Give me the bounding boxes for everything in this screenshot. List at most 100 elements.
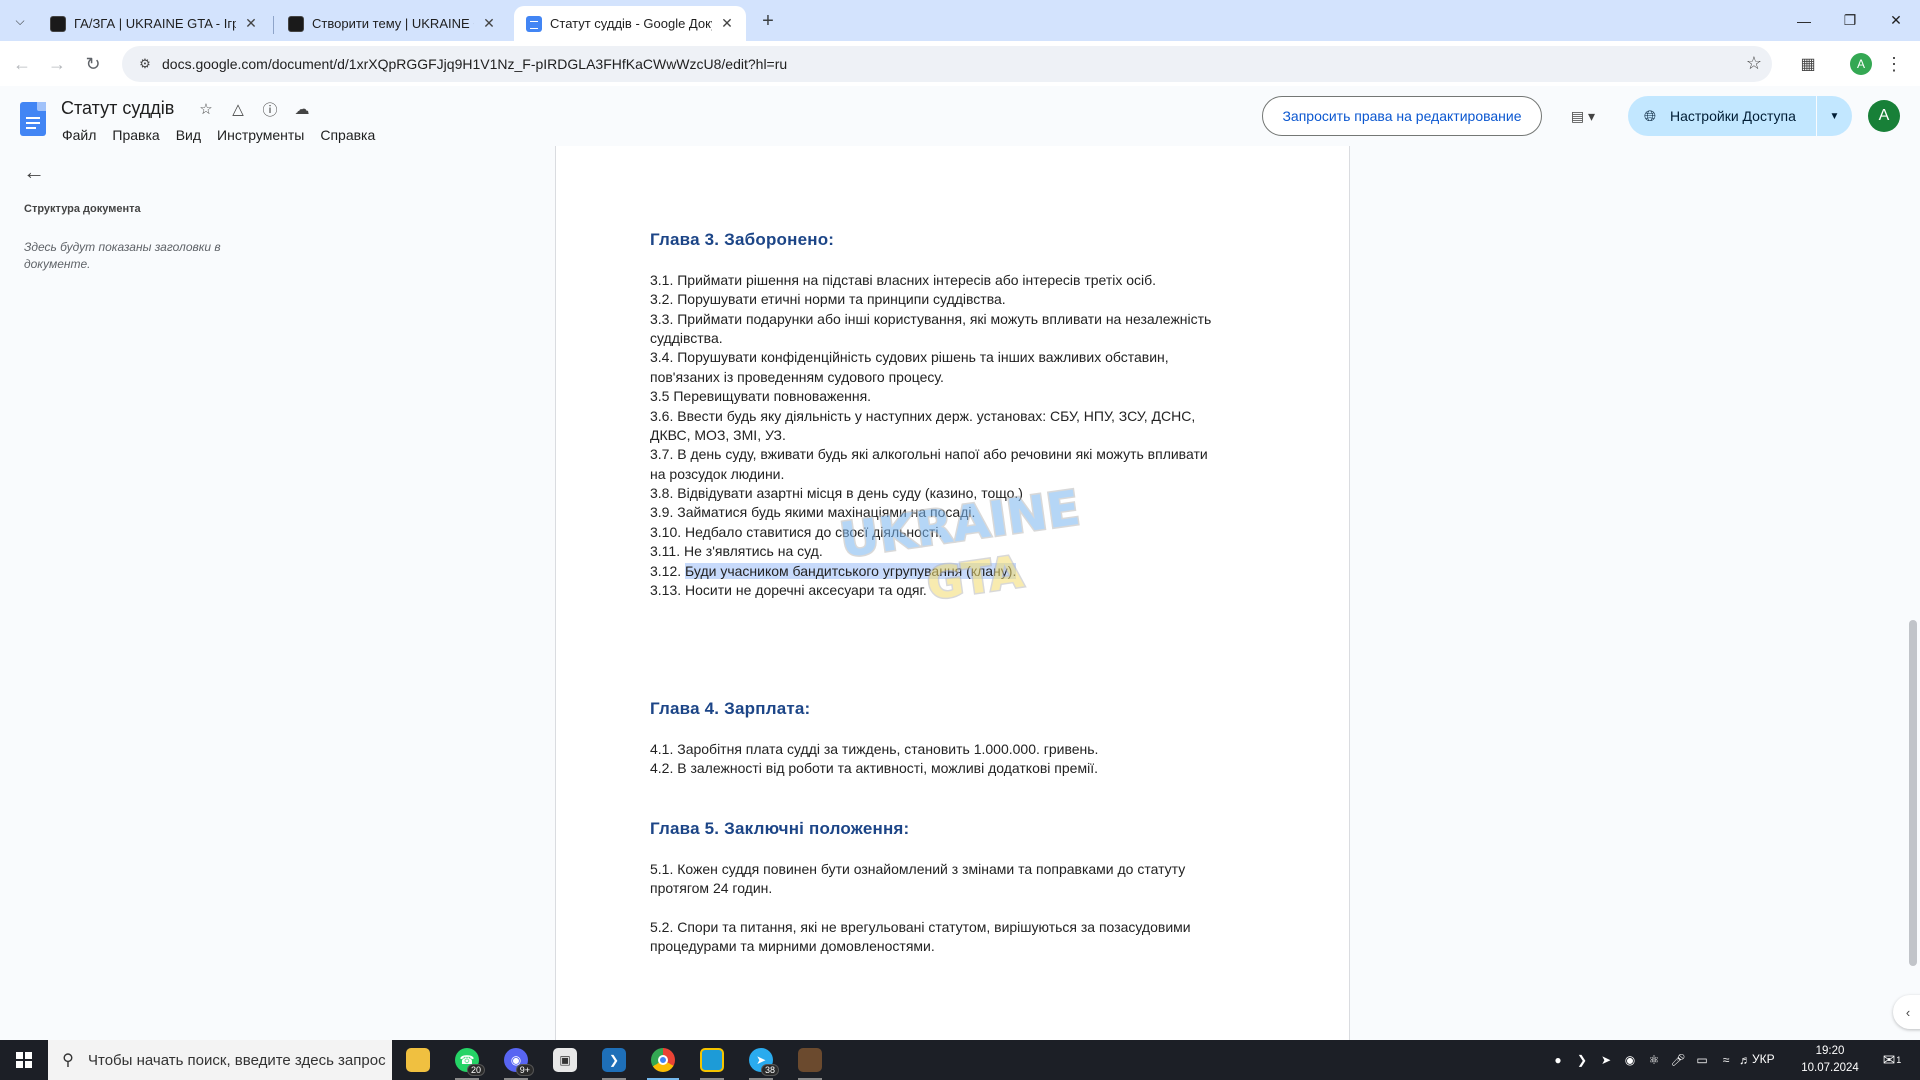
google-docs-logo-icon[interactable] (20, 102, 46, 136)
share-dropdown-chevron-icon[interactable]: ▼ (1816, 96, 1852, 136)
windows-start-icon[interactable] (0, 1040, 48, 1080)
menu-help[interactable]: Справка (312, 124, 383, 146)
tab-search-chevron-icon[interactable]: ⌵ (8, 9, 32, 33)
document-line: 3.11. Не з'являтись на суд. (650, 543, 823, 559)
tray-app-icon[interactable]: ● (1548, 1040, 1568, 1080)
tray-battery-icon[interactable]: ▭ (1692, 1040, 1712, 1080)
browser-tab[interactable]: Створити тему | UKRAINE GTA ✕ (276, 6, 508, 41)
document-line: протягом 24 годин. (650, 880, 773, 896)
discord-icon[interactable]: ◉ 9+ (496, 1044, 536, 1080)
address-bar[interactable]: ⚙ docs.google.com/document/d/1xrXQpRGGFJ… (122, 46, 1772, 82)
scrollbar-thumb[interactable] (1909, 620, 1917, 966)
document-line: 3.7. В день суду, вживати будь які алког… (650, 446, 1208, 462)
taskbar-clock[interactable]: 19:20 10.07.2024 (1800, 1043, 1860, 1077)
document-line: 4.2. В залежності від роботи та активнос… (650, 760, 1098, 776)
tray-volume-icon[interactable]: ♬ (1738, 1040, 1752, 1080)
document-line: ДКВС, МОЗ, ЗМІ, УЗ. (650, 427, 786, 443)
close-tab-icon[interactable]: ✕ (480, 15, 498, 33)
document-line: 3.6. Ввести будь яку діяльність у наступ… (650, 408, 1196, 424)
document-line: процедурами та мирними домовленостями. (650, 938, 935, 954)
menu-tools[interactable]: Инструменты (209, 124, 312, 146)
close-tab-icon[interactable]: ✕ (718, 15, 736, 33)
document-title[interactable]: Статут суддів (61, 98, 174, 119)
share-settings-button[interactable]: 🌐︎ Настройки Доступа ▼ (1628, 96, 1852, 136)
title-icons: ☆ △ ⓘ ☁ (196, 99, 312, 119)
vscode-icon[interactable]: ❯ (594, 1044, 634, 1080)
language-indicator[interactable]: УКР (1752, 1052, 1775, 1066)
close-tab-icon[interactable]: ✕ (242, 15, 260, 33)
discord-badge: 9+ (515, 1064, 534, 1076)
forward-arrow-icon[interactable]: → (42, 49, 72, 79)
document-line: 3.2. Порушувати етичні норми та принципи… (650, 291, 1006, 307)
info-icon[interactable]: ⓘ (260, 99, 280, 119)
new-tab-plus-icon[interactable]: + (756, 9, 780, 33)
menu-view[interactable]: Вид (168, 124, 209, 146)
restore-window-icon[interactable]: ❐ (1827, 0, 1873, 41)
browser-menu-kebab-icon[interactable]: ⋮ (1885, 52, 1903, 76)
chapter-3-heading: Глава 3. Заборонено: (650, 230, 835, 249)
request-edit-access-button[interactable]: Запросить права на редактирование (1262, 96, 1542, 136)
browser-tab-active[interactable]: Статут суддів - Google Докуме ✕ (514, 6, 746, 41)
outline-hint: Здесь будут показаны заголовки в докумен… (24, 240, 221, 271)
close-window-icon[interactable]: ✕ (1873, 0, 1919, 41)
taskbar-search-box[interactable]: ⚲ Чтобы начать поиск, введите здесь запр… (48, 1040, 392, 1080)
menu-edit[interactable]: Правка (104, 124, 167, 146)
extensions-puzzle-icon[interactable]: ▦ (1796, 52, 1820, 76)
bookmark-star-icon[interactable]: ☆ (1746, 53, 1762, 74)
star-icon[interactable]: ☆ (196, 99, 216, 119)
account-avatar[interactable]: A (1868, 100, 1900, 132)
notification-center-icon[interactable]: ✉ 1 (1880, 1048, 1904, 1072)
browser-toolbar: ← → ↻ ⚙ docs.google.com/document/d/1xrXQ… (0, 41, 1920, 86)
tab-separator (273, 16, 274, 34)
globe-icon: 🌐︎ (1644, 107, 1657, 125)
site-settings-icon[interactable]: ⚙ (136, 55, 154, 73)
document-line: 4.1. Заробітня плата судді за тиждень, с… (650, 741, 1099, 757)
telegram-badge: 38 (760, 1064, 779, 1076)
google-docs-favicon-icon (526, 15, 542, 32)
back-arrow-icon[interactable]: ← (7, 49, 37, 79)
close-outline-arrow-icon[interactable]: ← (22, 159, 46, 184)
tray-wifi-icon[interactable]: ≈ (1716, 1040, 1736, 1080)
line-prefix: 3.12. (650, 563, 686, 579)
clock-time: 19:20 (1815, 1045, 1845, 1057)
tray-telegram-icon[interactable]: ➤ (1596, 1040, 1616, 1080)
store-icon[interactable]: ▣ (545, 1044, 585, 1076)
browser-tab-strip: ⌵ ГА/ЗГА | UKRAINE GTA - Ігрові ✕ Створи… (0, 0, 1920, 41)
document-line: 3.4. Порушувати конфіденційність судових… (650, 349, 1169, 365)
outline-title: Структура документа (24, 203, 141, 215)
url-text: docs.google.com/document/d/1xrXQpRGGFJjq… (162, 56, 788, 72)
app-window-icon[interactable] (692, 1044, 732, 1080)
profile-avatar[interactable]: A (1850, 53, 1872, 75)
whatsapp-icon[interactable]: ☎ 20 (447, 1044, 487, 1080)
browser-tab[interactable]: ГА/ЗГА | UKRAINE GTA - Ігрові ✕ (38, 6, 270, 41)
windows-taskbar: ⚲ Чтобы начать поиск, введите здесь запр… (0, 1040, 1920, 1080)
meet-camera-icon[interactable]: ▤ ▾ (1562, 104, 1604, 128)
tray-steam-icon[interactable]: ⚛ (1644, 1040, 1664, 1080)
minimize-window-icon[interactable]: — (1781, 0, 1827, 41)
menu-file[interactable]: Файл (54, 124, 104, 146)
chrome-icon[interactable] (643, 1044, 683, 1080)
document-line: 3.5 Перевищувати повноваження. (650, 388, 872, 404)
document-line: пов'язаних із проведенням судового проце… (650, 369, 944, 385)
watermark-word-2: GTA (924, 547, 1026, 608)
tray-nvidia-icon[interactable]: ◉ (1620, 1040, 1640, 1080)
document-line: 5.1. Кожен суддя повинен бути ознайомлен… (650, 861, 1186, 877)
cloud-status-icon[interactable]: ☁ (292, 99, 312, 119)
docs-menubar: Файл Правка Вид Инструменты Справка (54, 124, 383, 146)
share-button-label: Настройки Доступа (1670, 108, 1796, 124)
gta-favicon-icon (288, 15, 304, 32)
tab-title: ГА/ЗГА | UKRAINE GTA - Ігрові (74, 16, 236, 31)
tray-vscode-icon[interactable]: ❯ (1572, 1040, 1592, 1080)
document-line: на розсудок людини. (650, 466, 785, 482)
move-to-drive-icon[interactable]: △ (228, 99, 248, 119)
telegram-icon[interactable]: ➤ 38 (741, 1044, 781, 1080)
tray-microphone-icon[interactable]: 🎤︎ (1668, 1040, 1688, 1080)
tab-title: Статут суддів - Google Докуме (550, 16, 712, 31)
taskbar-search-placeholder: Чтобы начать поиск, введите здесь запрос (88, 1051, 386, 1069)
gta-favicon-icon (50, 15, 66, 32)
game-app-icon[interactable] (790, 1044, 830, 1080)
side-panel-chevron-icon[interactable]: ‹ (1893, 995, 1920, 1029)
document-line: 5.2. Спори та питання, які не врегульова… (650, 919, 1191, 935)
reload-icon[interactable]: ↻ (78, 49, 108, 79)
file-explorer-icon[interactable] (398, 1044, 438, 1076)
